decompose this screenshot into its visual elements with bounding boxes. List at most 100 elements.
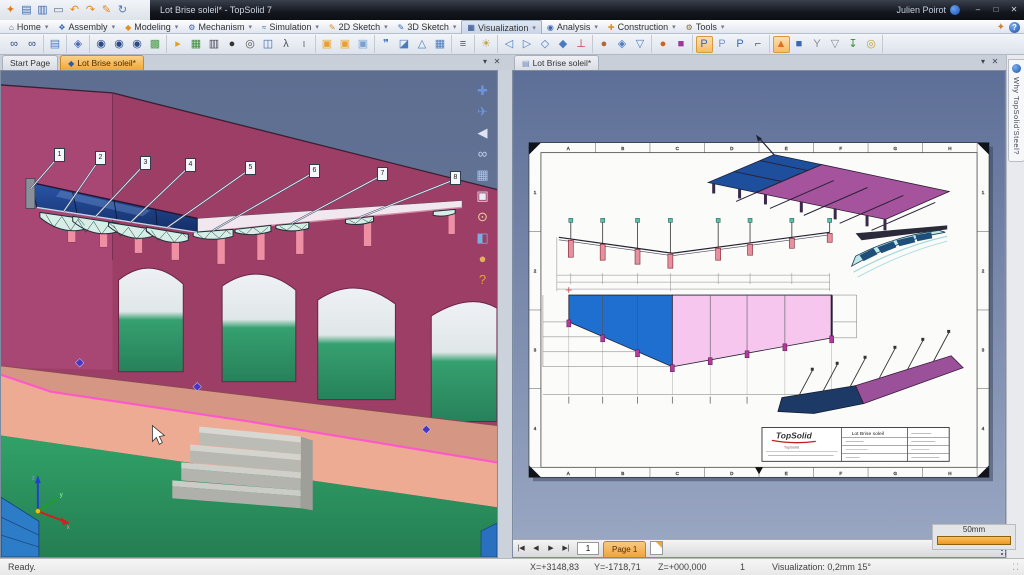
view-cube-icon[interactable]: ◁ xyxy=(501,36,518,53)
balloon-tag[interactable]: 2 xyxy=(95,151,106,165)
balloon-tag[interactable]: 5 xyxy=(245,161,256,175)
balloon-tag[interactable]: 8 xyxy=(450,171,461,185)
folder-orange-icon[interactable]: ▣ xyxy=(319,36,336,53)
funnel-icon[interactable]: ▽ xyxy=(632,36,649,53)
zoom-icon[interactable]: ⊙ xyxy=(473,207,492,227)
close-button[interactable]: ✕ xyxy=(1006,4,1022,17)
tab-lot-brise-soleil-draft[interactable]: ▤ Lot Brise soleil* xyxy=(514,55,599,70)
chevron-down-icon[interactable]: ▾ xyxy=(532,24,536,32)
tab-lot-brise-soleil-3d[interactable]: ◆ Lot Brise soleil* xyxy=(60,55,144,70)
checklist-icon[interactable]: ≡ xyxy=(455,36,472,53)
monitor-icon[interactable]: ▦ xyxy=(473,165,492,185)
ribbon-tab-analysis[interactable]: ◉Analysis▾ xyxy=(542,21,603,34)
camera-icon[interactable]: ◎ xyxy=(242,36,259,53)
chevron-down-icon[interactable]: ▾ xyxy=(384,23,388,31)
part-flag-icon[interactable]: P xyxy=(696,36,713,53)
tool-gun-icon[interactable]: ⌐ xyxy=(750,36,767,53)
redo-icon[interactable]: ↷ xyxy=(83,2,98,18)
chevron-down-icon[interactable]: ▾ xyxy=(453,23,457,31)
rings-icon[interactable]: ◎ xyxy=(863,36,880,53)
camera-shield-3-icon[interactable]: ◉ xyxy=(129,36,146,53)
chat-icon[interactable]: ❞ xyxy=(378,36,395,53)
stereo-icon[interactable]: ∞ xyxy=(473,144,492,164)
chevron-down-icon[interactable]: ▾ xyxy=(175,23,179,31)
pyramid-icon[interactable]: △ xyxy=(414,36,431,53)
balloon-tag[interactable]: 1 xyxy=(54,148,65,162)
ribbon-tab-2d-sketch[interactable]: ✎2D Sketch▾ xyxy=(324,21,393,34)
nav-cross-icon[interactable]: ✚ xyxy=(473,81,492,101)
viewport-draft[interactable]: AABBCCDDEEFFGGHH11223344 xyxy=(512,70,1006,558)
minimize-button[interactable]: – xyxy=(970,4,986,17)
topsolid-logo-icon[interactable]: ✦ xyxy=(3,2,18,18)
palette2-icon[interactable]: ● xyxy=(473,249,492,269)
balloon-tag[interactable]: 4 xyxy=(185,158,196,172)
part-flag-3-icon[interactable]: P xyxy=(732,36,749,53)
view-cube-2-icon[interactable]: ▷ xyxy=(519,36,536,53)
restore-button[interactable]: □ xyxy=(988,4,1004,17)
refresh-icon[interactable]: ↻ xyxy=(115,2,130,18)
person-icon[interactable]: ι xyxy=(296,36,313,53)
tab-start-page[interactable]: Start Page xyxy=(2,55,58,70)
section-icon[interactable]: ◪ xyxy=(396,36,413,53)
walking-person-icon[interactable]: λ xyxy=(278,36,295,53)
ribbon-tab-tools[interactable]: ⚙Tools▾ xyxy=(681,21,730,34)
ribbon-tab-simulation[interactable]: ≈Simulation▾ xyxy=(257,21,324,34)
caliper-icon[interactable]: Y xyxy=(809,36,826,53)
ribbon-tab-construction[interactable]: ✚Construction▾ xyxy=(603,21,681,34)
blue-cube-icon[interactable]: ■ xyxy=(791,36,808,53)
previous-page-button[interactable]: ◀ xyxy=(529,542,543,555)
sun-icon[interactable]: ☀ xyxy=(478,36,495,53)
save-icon[interactable]: ▤ xyxy=(19,2,34,18)
flashlight-icon[interactable]: ▸ xyxy=(170,36,187,53)
iso-cube-icon[interactable]: ◧ xyxy=(473,228,492,248)
tab-list-dropdown-icon[interactable]: ▾ xyxy=(978,57,988,66)
print-icon[interactable]: ▭ xyxy=(51,2,66,18)
next-page-button[interactable]: ▶ xyxy=(544,542,558,555)
chevron-down-icon[interactable]: ▾ xyxy=(248,23,252,31)
chevron-down-icon[interactable]: ▾ xyxy=(315,23,319,31)
material-sphere-icon[interactable]: ● xyxy=(655,36,672,53)
new-page-button[interactable] xyxy=(650,541,663,555)
balloon-tag[interactable]: 3 xyxy=(140,156,151,170)
binoculars-2-icon[interactable]: ∞ xyxy=(24,36,41,53)
tab-close-icon[interactable]: ✕ xyxy=(990,57,1000,66)
axis-icon[interactable]: ⊥ xyxy=(573,36,590,53)
camera-shield-icon[interactable]: ◉ xyxy=(93,36,110,53)
ribbon-tab-3d-sketch[interactable]: ✎3D Sketch▾ xyxy=(393,21,462,34)
viewport-3d[interactable]: z x y 1 2 3 4 5 6 7 8 ✚✈◀∞▦▣⊙◧●? xyxy=(0,70,498,558)
user-avatar-icon[interactable] xyxy=(950,5,960,15)
nav-plane-icon[interactable]: ✈ xyxy=(473,102,492,122)
tab-close-icon[interactable]: ✕ xyxy=(492,57,502,66)
help-list-icon[interactable]: ? xyxy=(473,270,492,290)
chevron-down-icon[interactable]: ▾ xyxy=(45,23,49,31)
first-page-button[interactable]: |◀ xyxy=(514,542,528,555)
help-icon[interactable]: ? xyxy=(1009,22,1020,33)
select-cube-icon[interactable]: ◈ xyxy=(614,36,631,53)
tab-list-dropdown-icon[interactable]: ▾ xyxy=(480,57,490,66)
plant-monitor-icon[interactable]: ▦ xyxy=(188,36,205,53)
layers-icon[interactable]: ▤ xyxy=(47,36,64,53)
presentation-icon[interactable]: ▥ xyxy=(206,36,223,53)
dark-sphere-icon[interactable]: ● xyxy=(224,36,241,53)
chevron-down-icon[interactable]: ▾ xyxy=(112,23,116,31)
repair-cube-icon[interactable]: ◆ xyxy=(555,36,572,53)
balloon-tag[interactable]: 6 xyxy=(309,164,320,178)
feedback-icon[interactable]: ✦ xyxy=(997,22,1005,33)
open-icon[interactable]: ▥ xyxy=(35,2,50,18)
measure-warning-icon[interactable]: ▲ xyxy=(773,36,790,53)
ribbon-tab-visualization[interactable]: ▦Visualization▾ xyxy=(461,20,541,34)
purple-cube-icon[interactable]: ■ xyxy=(673,36,690,53)
folder-blue-icon[interactable]: ▣ xyxy=(355,36,372,53)
sound-3d-icon[interactable]: ◀ xyxy=(473,123,492,143)
ribbon-tab-modeling[interactable]: ◆Modeling▾ xyxy=(120,21,183,34)
funnel-2-icon[interactable]: ▽ xyxy=(827,36,844,53)
binoculars-icon[interactable]: ∞ xyxy=(6,36,23,53)
undo-icon[interactable]: ↶ xyxy=(67,2,82,18)
flowchart-icon[interactable]: ◫ xyxy=(260,36,277,53)
status-grip-icon[interactable]: ⁚⁚ xyxy=(1012,562,1020,573)
page-tab[interactable]: Page 1 xyxy=(603,541,646,557)
landscape-icon[interactable]: ▩ xyxy=(147,36,164,53)
ribbon-tab-mechanism[interactable]: ⚙Mechanism▾ xyxy=(183,21,257,34)
user-name[interactable]: Julien Poirot xyxy=(896,5,946,15)
camera-shield-2-icon[interactable]: ◉ xyxy=(111,36,128,53)
